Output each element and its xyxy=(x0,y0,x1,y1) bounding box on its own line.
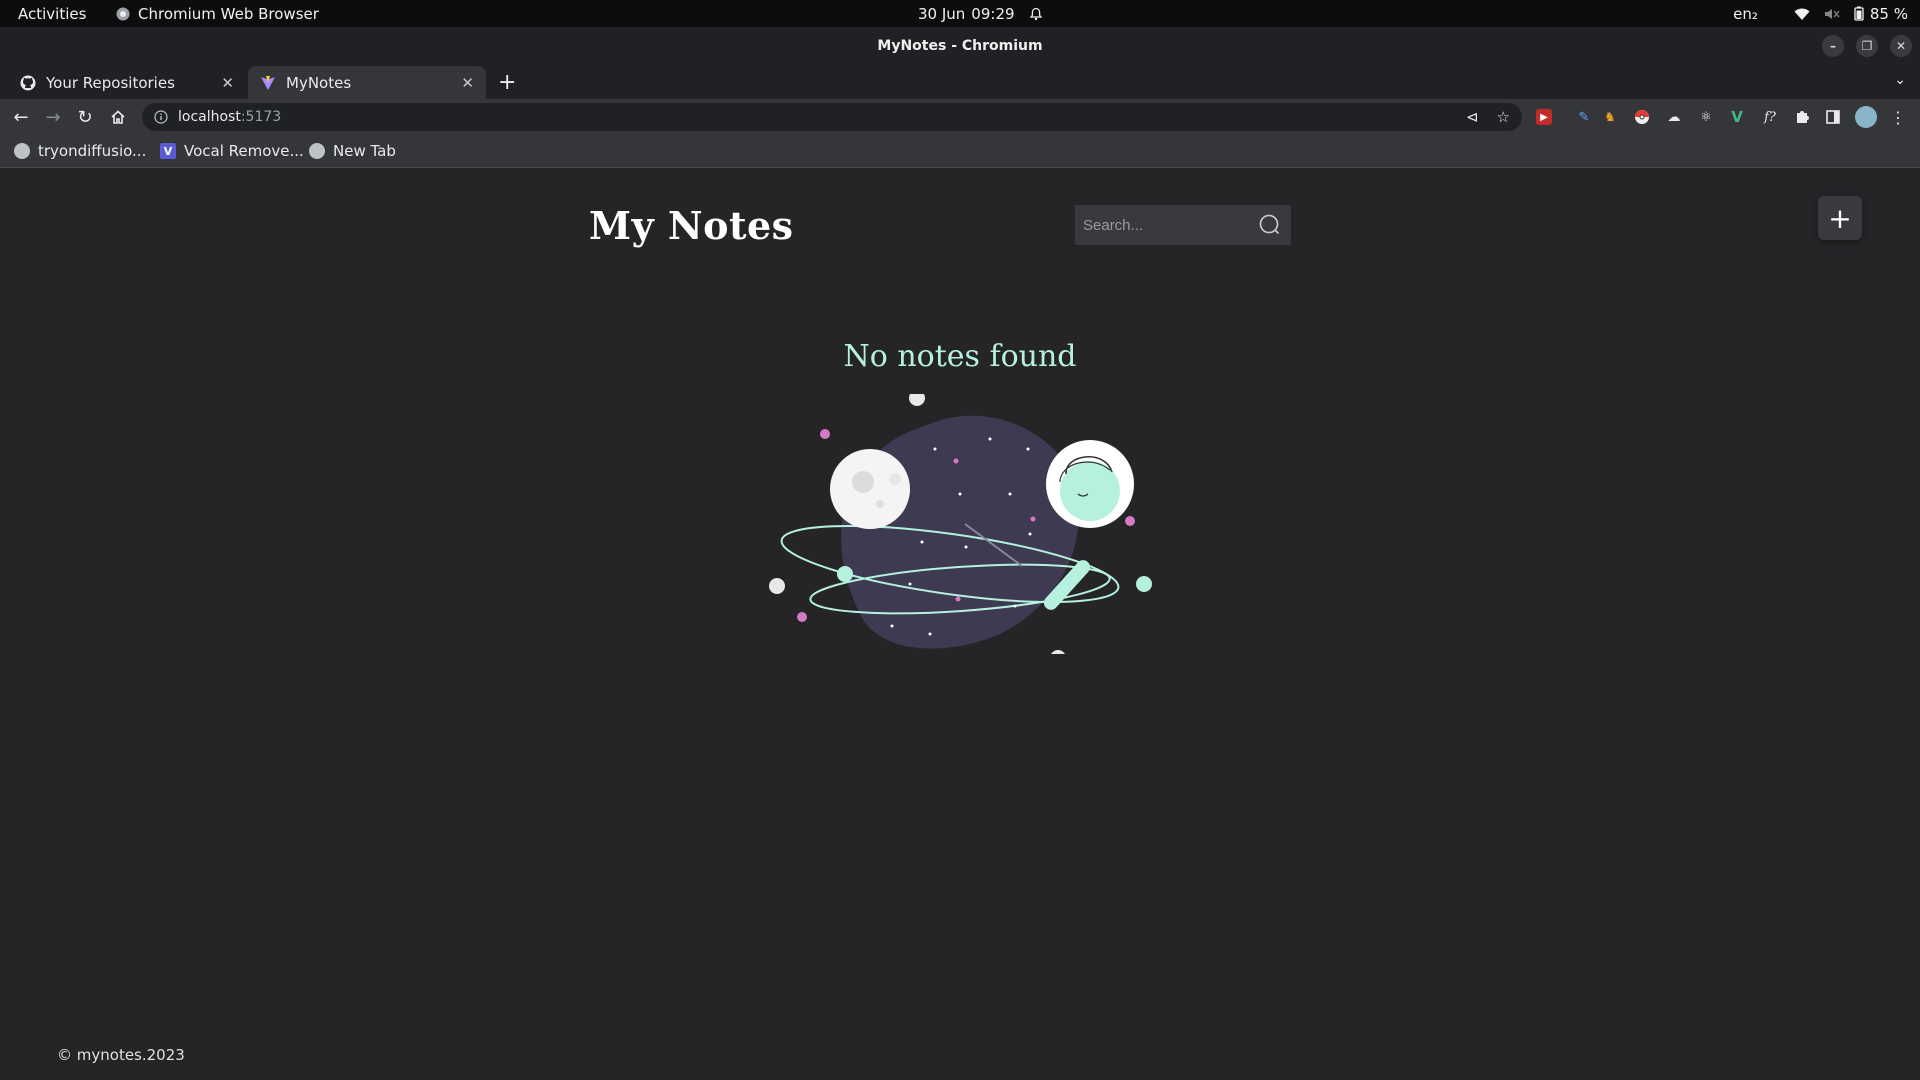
reload-button[interactable]: ↻ xyxy=(73,105,97,129)
bookmarks-bar: tryondiffusio... V Vocal Remove... New T… xyxy=(0,135,1920,168)
tab-title: MyNotes xyxy=(286,73,352,92)
restore-button[interactable]: ❐ xyxy=(1856,35,1878,57)
add-note-button[interactable]: + xyxy=(1818,196,1862,240)
vocal-remover-icon: V xyxy=(160,143,176,159)
notification-bell-icon xyxy=(1029,7,1042,20)
window-title-bar[interactable]: MyNotes - Chromium – ❐ ✕ xyxy=(0,27,1920,64)
chromium-icon xyxy=(116,7,130,20)
window-title: MyNotes - Chromium xyxy=(877,37,1043,54)
home-button[interactable] xyxy=(106,105,130,129)
bookmark-item[interactable]: V Vocal Remove... xyxy=(160,142,304,160)
bookmark-star-icon[interactable]: ☆ xyxy=(1497,108,1510,126)
search-box[interactable] xyxy=(1075,205,1291,245)
extension-cloud-icon[interactable]: ☁ xyxy=(1664,107,1684,127)
github-icon xyxy=(20,75,36,90)
new-tab-button[interactable]: + xyxy=(498,70,516,95)
activities-button[interactable]: Activities xyxy=(18,5,86,23)
system-tray[interactable]: en₂ 85 % xyxy=(1733,5,1908,23)
extension-pen-icon[interactable]: ✎ xyxy=(1574,107,1594,127)
search-icon[interactable] xyxy=(1257,212,1283,238)
page-title: My Notes xyxy=(589,203,794,248)
tab-title: Your Repositories xyxy=(46,73,175,92)
tab-search-chevron-icon[interactable]: ⌄ xyxy=(1894,72,1906,88)
side-panel-icon[interactable] xyxy=(1823,107,1843,127)
forward-button[interactable]: → xyxy=(41,105,65,129)
globe-icon xyxy=(14,143,30,159)
bookmark-label: New Tab xyxy=(333,142,396,160)
extension-react-icon[interactable]: ⚛ xyxy=(1696,107,1716,127)
close-tab-icon[interactable]: ✕ xyxy=(461,74,474,92)
app-menu[interactable]: Chromium Web Browser xyxy=(116,5,319,23)
address-bar[interactable]: localhost:5173 ⊲ ☆ xyxy=(142,103,1522,131)
site-info-icon[interactable] xyxy=(154,110,168,124)
clock[interactable]: 30 Jun 09:29 xyxy=(918,5,1043,23)
bookmark-label: Vocal Remove... xyxy=(184,142,304,160)
date-text: 30 Jun xyxy=(918,4,966,23)
globe-icon xyxy=(309,143,325,159)
url-host: localhost xyxy=(178,109,241,125)
empty-state-message: No notes found xyxy=(843,339,1077,374)
astronaut-planet-illustration xyxy=(769,394,1152,654)
footer-copyright: © mynotes.2023 xyxy=(57,1046,185,1064)
bookmark-item[interactable]: New Tab xyxy=(309,142,396,160)
minimize-button[interactable]: – xyxy=(1822,35,1844,57)
extension-vue-icon[interactable]: V xyxy=(1727,107,1747,127)
search-input[interactable] xyxy=(1083,216,1243,234)
battery-percentage: 85 % xyxy=(1869,4,1908,23)
battery-icon xyxy=(1854,6,1864,21)
language-indicator[interactable]: en₂ xyxy=(1733,5,1758,23)
bookmark-item[interactable]: tryondiffusio... xyxy=(14,142,146,160)
vite-icon xyxy=(261,75,275,90)
bookmark-label: tryondiffusio... xyxy=(38,142,147,160)
extension-function-icon[interactable]: f? xyxy=(1760,107,1780,127)
menu-kebab-icon[interactable]: ⋮ xyxy=(1888,107,1908,127)
back-button[interactable]: ← xyxy=(9,105,33,129)
home-icon xyxy=(111,110,125,124)
extension-pokeball-icon[interactable] xyxy=(1632,107,1652,127)
page-content: My Notes + No notes found xyxy=(0,169,1920,1080)
time-text: 09:29 xyxy=(971,4,1015,23)
tab-strip: Your Repositories ✕ MyNotes ✕ + ⌄ xyxy=(0,64,1920,99)
browser-toolbar: ← → ↻ localhost:5173 ⊲ ☆ ▶ ✎ ♞ ☁ ⚛ V f? … xyxy=(0,99,1920,135)
volume-muted-icon xyxy=(1824,8,1840,19)
system-top-bar: Activities Chromium Web Browser 30 Jun 0… xyxy=(0,0,1920,27)
tab-your-repositories[interactable]: Your Repositories ✕ xyxy=(8,66,246,99)
wifi-icon xyxy=(1794,8,1810,20)
extension-red-icon[interactable]: ▶ xyxy=(1536,109,1552,125)
profile-avatar-icon[interactable] xyxy=(1855,106,1877,128)
url-port: :5173 xyxy=(240,109,282,125)
tab-mynotes[interactable]: MyNotes ✕ xyxy=(248,66,486,99)
app-name: Chromium Web Browser xyxy=(138,4,319,23)
extensions-puzzle-icon[interactable] xyxy=(1792,107,1812,127)
extension-horse-icon[interactable]: ♞ xyxy=(1600,107,1620,127)
share-icon[interactable]: ⊲ xyxy=(1466,108,1479,126)
close-window-button[interactable]: ✕ xyxy=(1890,35,1912,57)
close-tab-icon[interactable]: ✕ xyxy=(221,74,234,92)
